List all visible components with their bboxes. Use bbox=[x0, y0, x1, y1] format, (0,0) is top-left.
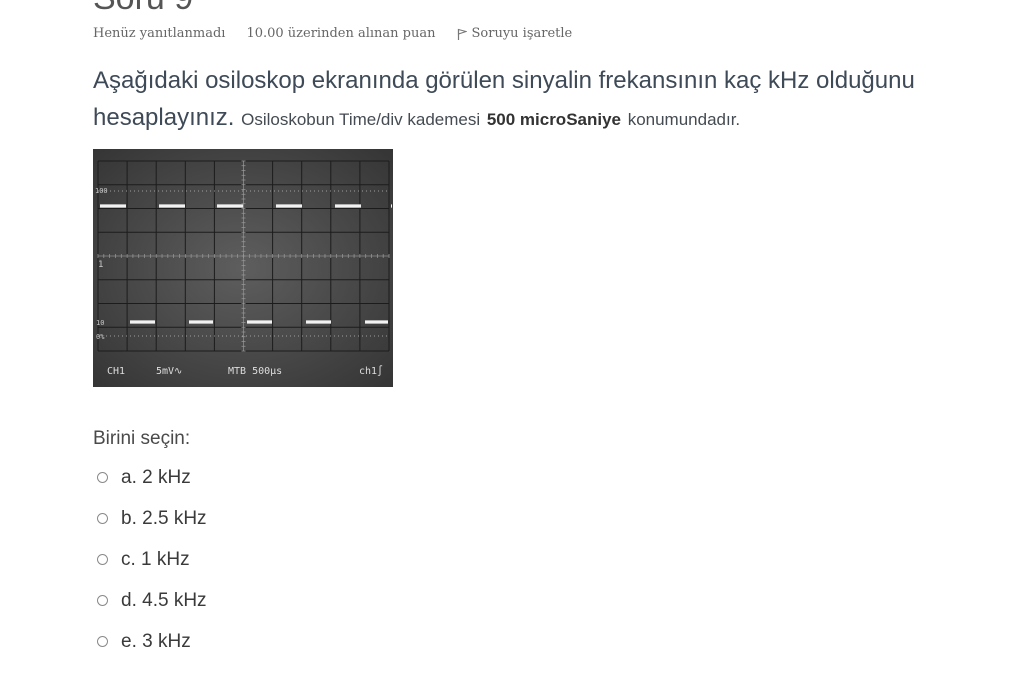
scope-label-100: 100 bbox=[95, 187, 108, 195]
radio-button[interactable] bbox=[97, 472, 108, 483]
scope-timebase-label: MTB 500μs bbox=[228, 366, 282, 377]
scope-channel-label: CH1 bbox=[107, 366, 125, 377]
oscilloscope-image: 100 1 10 0% CH1 5mV∿ MTB 500μs ch1∫ bbox=[93, 149, 393, 387]
question-text: Aşağıdaki osiloskop ekranında görülen si… bbox=[93, 62, 993, 138]
answer-option-d[interactable]: d. 4.5 kHz bbox=[97, 580, 497, 621]
answer-prompt: Birini seçin: bbox=[93, 428, 191, 449]
scope-label-0: 0% bbox=[96, 333, 105, 341]
answer-label: b. 2.5 kHz bbox=[121, 507, 207, 529]
answer-list: a. 2 kHz b. 2.5 kHz c. 1 kHz d. 4.5 kHz … bbox=[97, 457, 497, 662]
radio-button[interactable] bbox=[97, 554, 108, 565]
question-note-prefix: Osiloskobun Time/div kademesi bbox=[241, 110, 481, 129]
question-note-suffix: konumundadır. bbox=[627, 110, 741, 129]
answer-option-a[interactable]: a. 2 kHz bbox=[97, 457, 497, 498]
flag-question-link[interactable]: Soruyu işaretle bbox=[457, 26, 573, 41]
radio-button[interactable] bbox=[97, 513, 108, 524]
answer-label: a. 2 kHz bbox=[121, 466, 191, 488]
answer-label: d. 4.5 kHz bbox=[121, 589, 207, 611]
oscilloscope-screen: 100 1 10 0% CH1 5mV∿ MTB 500μs ch1∫ bbox=[93, 149, 393, 387]
answer-option-c[interactable]: c. 1 kHz bbox=[97, 539, 497, 580]
question-note-bold: 500 microSaniye bbox=[486, 110, 622, 129]
answer-label: e. 3 kHz bbox=[121, 630, 191, 652]
question-points: 10.00 üzerinden alınan puan bbox=[246, 26, 436, 41]
question-info: Henüz yanıtlanmadı 10.00 üzerinden alına… bbox=[93, 26, 572, 41]
question-title: Soru 9 bbox=[93, 0, 193, 18]
scope-volts-label: 5mV∿ bbox=[156, 366, 182, 377]
answer-option-b[interactable]: b. 2.5 kHz bbox=[97, 498, 497, 539]
answer-label: c. 1 kHz bbox=[121, 548, 190, 570]
flag-icon bbox=[457, 28, 467, 40]
radio-button[interactable] bbox=[97, 636, 108, 647]
scope-trigger-label: ch1∫ bbox=[359, 365, 383, 377]
answer-option-e[interactable]: e. 3 kHz bbox=[97, 621, 497, 662]
scope-label-10: 10 bbox=[96, 319, 104, 327]
question-status: Henüz yanıtlanmadı bbox=[93, 26, 226, 41]
radio-button[interactable] bbox=[97, 595, 108, 606]
flag-question-label: Soruyu işaretle bbox=[471, 26, 573, 41]
question-page: Soru 9 Henüz yanıtlanmadı 10.00 üzerinde… bbox=[0, 0, 1033, 681]
scope-label-1: 1 bbox=[98, 260, 103, 270]
